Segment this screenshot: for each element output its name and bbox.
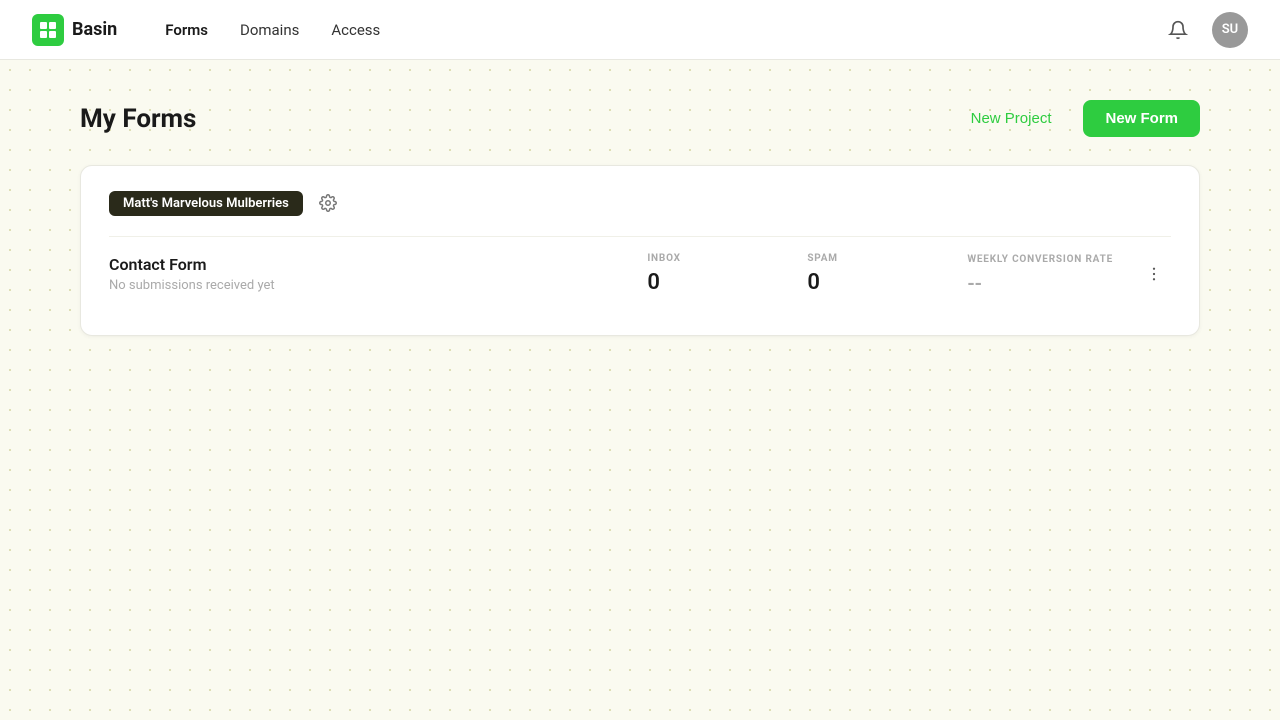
project-tag: Matt's Marvelous Mulberries [109, 191, 303, 216]
form-more-button[interactable] [1137, 261, 1171, 287]
form-info: Contact Form No submissions received yet [109, 255, 647, 293]
project-header: Matt's Marvelous Mulberries [109, 190, 1171, 216]
logo-icon [32, 14, 64, 46]
project-settings-button[interactable] [315, 190, 341, 216]
nav-domains[interactable]: Domains [228, 15, 311, 45]
form-subtitle: No submissions received yet [109, 278, 647, 293]
nav-forms[interactable]: Forms [153, 15, 220, 45]
main-content: My Forms New Project New Form Matt's Mar… [0, 60, 1280, 376]
inbox-label: INBOX [647, 253, 681, 264]
page-title: My Forms [80, 104, 196, 134]
more-vertical-icon [1145, 265, 1163, 283]
page-header: My Forms New Project New Form [80, 100, 1200, 137]
stat-conversion: WEEKLY CONVERSION RATE -- [967, 254, 1113, 295]
navbar-right: SU [1160, 12, 1248, 48]
conversion-value: -- [967, 271, 982, 295]
stat-spam: SPAM 0 [807, 253, 887, 295]
avatar[interactable]: SU [1212, 12, 1248, 48]
gear-icon [319, 194, 337, 212]
nav-access[interactable]: Access [319, 15, 392, 45]
form-name[interactable]: Contact Form [109, 255, 647, 274]
logo-link[interactable]: Basin [32, 14, 117, 46]
conversion-label: WEEKLY CONVERSION RATE [967, 254, 1113, 265]
stat-inbox: INBOX 0 [647, 253, 727, 295]
header-actions: New Project New Form [955, 100, 1200, 137]
form-row: Contact Form No submissions received yet… [109, 236, 1171, 311]
nav-links: Forms Domains Access [153, 15, 1160, 45]
notification-button[interactable] [1160, 12, 1196, 48]
spam-value: 0 [807, 270, 820, 295]
bell-icon [1168, 20, 1188, 40]
form-stats: INBOX 0 SPAM 0 WEEKLY CONVERSION RATE -- [647, 253, 1113, 295]
inbox-value: 0 [647, 270, 660, 295]
new-form-button[interactable]: New Form [1083, 100, 1200, 137]
spam-label: SPAM [807, 253, 837, 264]
basin-logo-svg [38, 20, 58, 40]
forms-card: Matt's Marvelous Mulberries Contact Form… [80, 165, 1200, 336]
navbar: Basin Forms Domains Access SU [0, 0, 1280, 60]
logo-text: Basin [72, 19, 117, 40]
new-project-button[interactable]: New Project [955, 102, 1068, 135]
